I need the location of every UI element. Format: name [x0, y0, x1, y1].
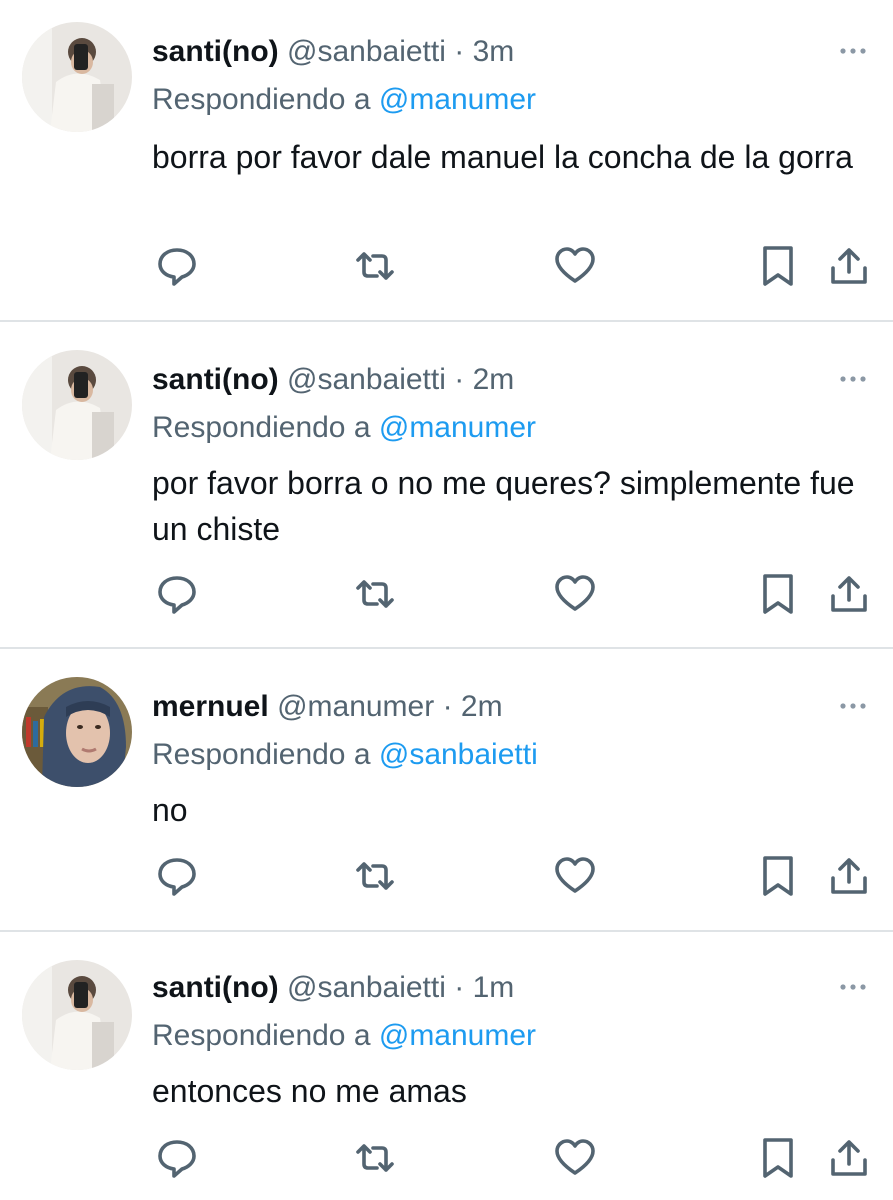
replying-to: Respondiendo a @manumer [152, 1018, 536, 1054]
display-name[interactable]: santi(no) [152, 363, 279, 396]
replying-to: Respondiendo a @manumer [152, 82, 536, 118]
tweet-header: mernuel @manumer · 2m [152, 689, 503, 725]
timestamp[interactable]: 2m [461, 690, 503, 723]
display-name[interactable]: mernuel [152, 690, 269, 723]
timestamp[interactable]: 1m [473, 971, 515, 1004]
replying-to: Respondiendo a @manumer [152, 410, 536, 446]
tweet-header: santi(no) @sanbaietti · 3m [152, 34, 514, 70]
mention-link[interactable]: @sanbaietti [379, 738, 538, 771]
tweet[interactable]: santi(no) @sanbaietti · 1m Respondiendo … [0, 932, 893, 1200]
tweet[interactable]: santi(no) @sanbaietti · 2m Respondiendo … [0, 322, 893, 649]
replying-prefix: Respondiendo a [152, 738, 371, 771]
tweet-text: entonces no me amas [152, 1073, 467, 1109]
reply-icon[interactable] [155, 244, 199, 288]
separator: · [454, 363, 465, 396]
replying-prefix: Respondiendo a [152, 1019, 371, 1052]
share-icon[interactable] [827, 244, 871, 288]
replying-prefix: Respondiendo a [152, 83, 371, 116]
bookmark-icon[interactable] [756, 572, 800, 616]
user-handle[interactable]: @manumer [277, 690, 434, 723]
more-icon[interactable] [833, 695, 873, 717]
user-handle[interactable]: @sanbaietti [287, 971, 446, 1004]
tweet[interactable]: santi(no) @sanbaietti · 3m Respondiendo … [0, 0, 893, 322]
share-icon[interactable] [827, 854, 871, 898]
share-icon[interactable] [827, 572, 871, 616]
like-icon[interactable] [553, 572, 597, 616]
retweet-icon[interactable] [353, 244, 397, 288]
bookmark-icon[interactable] [756, 1136, 800, 1180]
tweet-header: santi(no) @sanbaietti · 2m [152, 362, 514, 398]
timestamp[interactable]: 2m [473, 363, 515, 396]
separator: · [442, 690, 453, 723]
reply-icon[interactable] [155, 572, 199, 616]
user-handle[interactable]: @sanbaietti [287, 35, 446, 68]
avatar[interactable] [22, 22, 132, 132]
retweet-icon[interactable] [353, 854, 397, 898]
mention-link[interactable]: @manumer [379, 411, 536, 444]
mention-link[interactable]: @manumer [379, 83, 536, 116]
timestamp[interactable]: 3m [473, 35, 515, 68]
tweet-header: santi(no) @sanbaietti · 1m [152, 970, 514, 1006]
tweet[interactable]: mernuel @manumer · 2m Respondiendo a @sa… [0, 649, 893, 932]
more-icon[interactable] [833, 40, 873, 62]
display-name[interactable]: santi(no) [152, 35, 279, 68]
mention-link[interactable]: @manumer [379, 1019, 536, 1052]
more-icon[interactable] [833, 368, 873, 390]
more-icon[interactable] [833, 976, 873, 998]
bookmark-icon[interactable] [756, 244, 800, 288]
reply-icon[interactable] [155, 854, 199, 898]
like-icon[interactable] [553, 854, 597, 898]
like-icon[interactable] [553, 1136, 597, 1180]
separator: · [454, 971, 465, 1004]
avatar[interactable] [22, 677, 132, 787]
tweet-text: por favor borra o no me queres? simpleme… [152, 465, 855, 547]
tweet-text: borra por favor dale manuel la concha de… [152, 139, 853, 175]
retweet-icon[interactable] [353, 1136, 397, 1180]
display-name[interactable]: santi(no) [152, 971, 279, 1004]
avatar[interactable] [22, 350, 132, 460]
separator: · [454, 35, 465, 68]
user-handle[interactable]: @sanbaietti [287, 363, 446, 396]
retweet-icon[interactable] [353, 572, 397, 616]
avatar[interactable] [22, 960, 132, 1070]
share-icon[interactable] [827, 1136, 871, 1180]
reply-icon[interactable] [155, 1136, 199, 1180]
tweet-text: no [152, 792, 188, 828]
replying-to: Respondiendo a @sanbaietti [152, 737, 538, 773]
replying-prefix: Respondiendo a [152, 411, 371, 444]
bookmark-icon[interactable] [756, 854, 800, 898]
like-icon[interactable] [553, 244, 597, 288]
